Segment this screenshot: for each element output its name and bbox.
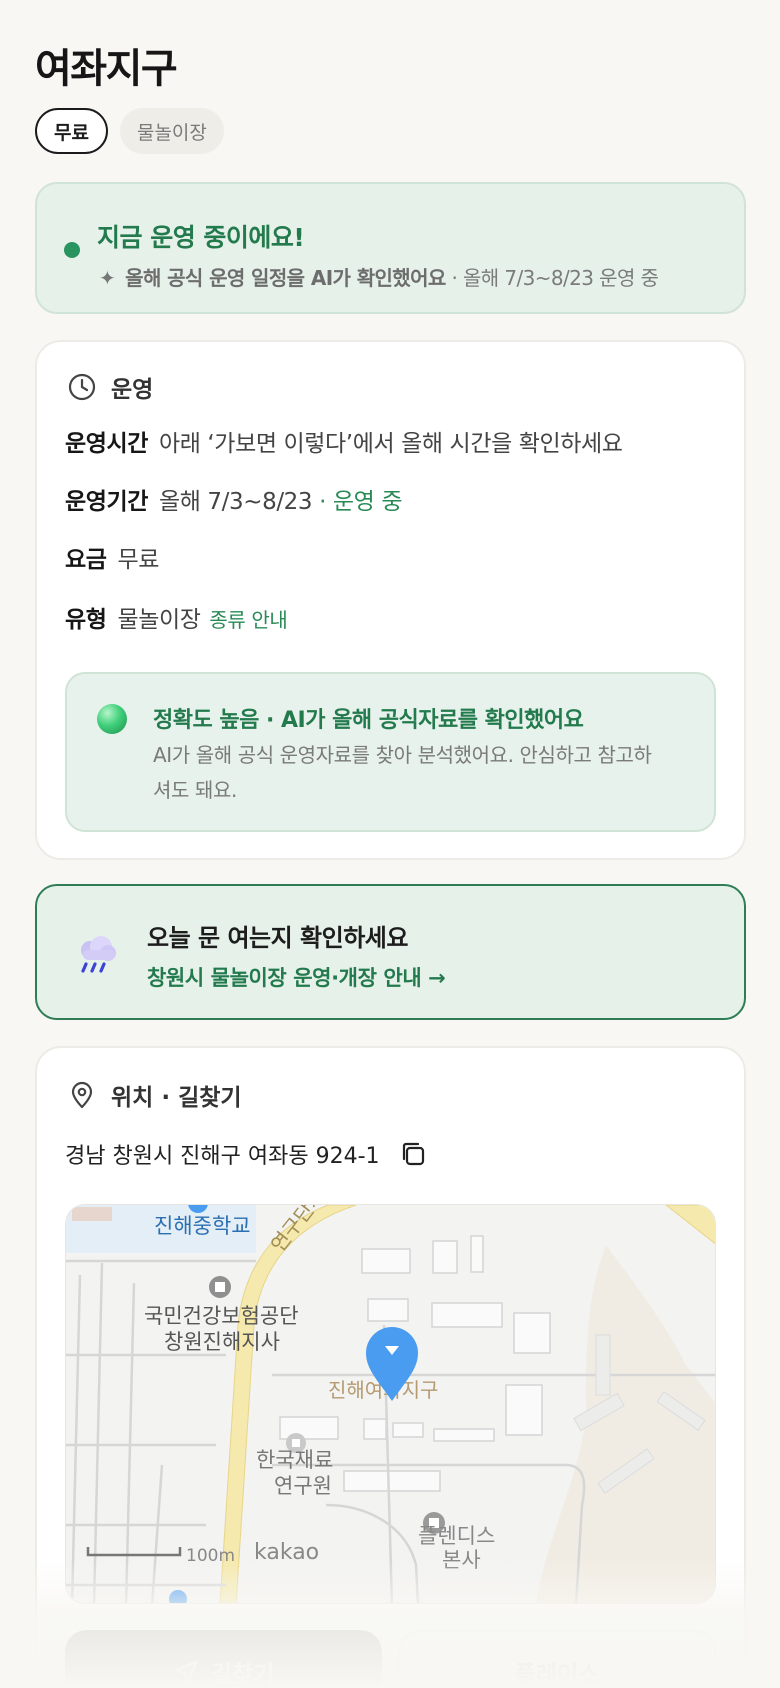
row-type: 유형 물놀이장 종류 안내 — [65, 600, 288, 634]
address-text: 경남 창원시 진해구 여좌동 924-1 — [65, 1144, 380, 1169]
type-value: 물놀이장 — [117, 607, 201, 633]
map-label-pledis-line1: 플렌디스 — [418, 1524, 495, 1548]
row-fee: 요금 무료 — [65, 540, 159, 574]
status-ai-note: 올해 공식 운영 일정을 AI가 확인했어요 — [125, 266, 446, 290]
map-label-nhis-line1: 국민건강보험공단 — [144, 1304, 299, 1328]
accuracy-description: AI가 올해 공식 운영자료를 찾아 분석했어요. 안심하고 참고하셔도 돼요. — [153, 743, 652, 802]
rain-cloud-icon — [81, 936, 116, 973]
hours-value: 아래 ‘가보면 이렇다’에서 올해 시간을 확인하세요 — [158, 431, 623, 457]
map-label-pledis-line2: 본사 — [442, 1548, 481, 1572]
fee-value: 무료 — [117, 547, 159, 573]
status-period-note: · 올해 7/3~8/23 운영 중 — [451, 266, 659, 290]
tag-chips: 무료 물놀이장 — [35, 108, 224, 154]
map-label-school: 진해중학교 — [154, 1214, 251, 1238]
status-card: 지금 운영 중이에요! ✦ 올해 공식 운영 일정을 AI가 확인했어요 · 올해… — [35, 182, 746, 314]
clock-icon — [68, 373, 96, 401]
location-map[interactable]: 연구단지 진해중학교 국민건강보험공단 창원진해지사 진해여좌지구 한국재료 연… — [65, 1204, 716, 1604]
type-label: 유형 — [65, 607, 107, 633]
map-scale-label: 100m — [186, 1546, 235, 1566]
operation-heading: 운영 — [67, 370, 153, 404]
place-button-label: 플레이스 — [514, 1662, 600, 1688]
map-pin-icon — [71, 1081, 93, 1109]
page-title: 여좌지구 — [35, 46, 178, 92]
row-period: 운영기간 올해 7/3~8/23 · 운영 중 — [65, 482, 402, 516]
accuracy-box: 정확도 높음 · AI가 올해 공식자료를 확인했어요 AI가 올해 공식 운영… — [65, 672, 716, 832]
chip-free[interactable]: 무료 — [35, 108, 108, 154]
map-label-nhis-line2: 창원진해지사 — [164, 1330, 280, 1354]
route-button-label: 길찾기 — [210, 1662, 275, 1688]
open-check-title: 오늘 문 여는지 확인하세요 — [147, 924, 408, 952]
period-label: 운영기간 — [65, 489, 149, 515]
status-dot — [64, 242, 80, 258]
hours-label: 운영시간 — [65, 431, 149, 457]
map-label-kims-line2: 연구원 — [274, 1474, 332, 1498]
location-heading-text: 위치 · 길찾기 — [111, 1085, 242, 1111]
navigation-arrow-icon — [174, 1660, 197, 1684]
fee-label: 요금 — [65, 547, 107, 573]
status-title: 지금 운영 중이에요! — [97, 223, 305, 252]
period-value: 올해 7/3~8/23 — [158, 489, 313, 515]
location-actions: 길찾기 플레이스 — [65, 1630, 716, 1688]
status-subtitle: ✦ 올해 공식 운영 일정을 AI가 확인했어요 · 올해 7/3~8/23 운영… — [99, 262, 659, 291]
operation-card: 운영 운영시간 아래 ‘가보면 이렇다’에서 올해 시간을 확인하세요 운영기간… — [35, 340, 746, 860]
map-brand-logo: kakao — [254, 1540, 319, 1565]
accuracy-title: 정확도 높음 · AI가 올해 공식자료를 확인했어요 — [153, 708, 584, 733]
map-label-kims-line1: 한국재료 — [256, 1448, 333, 1472]
accuracy-orb-icon — [97, 704, 127, 734]
period-status: · 운영 중 — [319, 489, 403, 515]
open-check-card[interactable]: 오늘 문 여는지 확인하세요 창원시 물놀이장 운영·개장 안내 → — [35, 884, 746, 1020]
route-button[interactable]: 길찾기 — [65, 1630, 382, 1688]
type-guide-link[interactable]: 종류 안내 — [209, 608, 287, 632]
operation-heading-text: 운영 — [111, 377, 154, 403]
place-button[interactable]: 플레이스 — [398, 1630, 716, 1688]
location-card: 위치 · 길찾기 경남 창원시 진해구 여좌동 924-1 연구단지 진해중학교… — [35, 1046, 746, 1688]
open-check-link[interactable]: 창원시 물놀이장 운영·개장 안내 → — [147, 962, 446, 992]
location-heading: 위치 · 길찾기 — [67, 1078, 242, 1112]
sparkle-icon: ✦ — [99, 266, 116, 290]
chip-water-park[interactable]: 물놀이장 — [119, 108, 224, 154]
copy-icon[interactable] — [398, 1139, 428, 1169]
row-hours: 운영시간 아래 ‘가보면 이렇다’에서 올해 시간을 확인하세요 — [65, 424, 623, 458]
address-row: 경남 창원시 진해구 여좌동 924-1 — [65, 1138, 428, 1170]
